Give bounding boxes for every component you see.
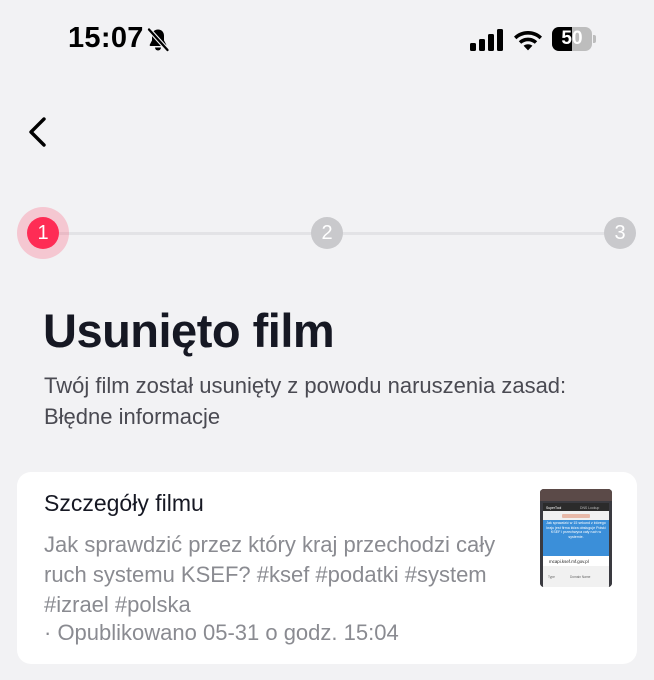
thumbnail-url: mcapi.ksef.mf.gov.pl bbox=[549, 559, 589, 564]
thumbnail-col-1: Type bbox=[548, 575, 555, 579]
cellular-signal-icon bbox=[470, 29, 503, 51]
page-title: Usunięto film bbox=[43, 304, 335, 357]
video-description: Jak sprawdzić przez który kraj przechodz… bbox=[44, 532, 496, 617]
step-2-indicator: 2 bbox=[311, 217, 343, 249]
thumbnail-col-2: Domain Name bbox=[570, 575, 591, 579]
wifi-icon bbox=[514, 31, 542, 51]
chevron-left-icon bbox=[29, 117, 46, 147]
back-button[interactable] bbox=[18, 106, 62, 156]
step-connector bbox=[342, 232, 606, 235]
step-3-indicator: 3 bbox=[604, 217, 636, 249]
thumbnail-tab-1: SuperTool bbox=[546, 506, 562, 510]
bell-slash-icon bbox=[146, 27, 170, 53]
status-bar: 15:07 50 bbox=[0, 0, 654, 80]
battery-icon: 50 bbox=[552, 27, 596, 51]
thumbnail-caption: Jak sprawdzić w 15 sekund z którego kraj… bbox=[546, 521, 606, 539]
video-details-card[interactable]: Szczegóły filmu Jak sprawdzić przez któr… bbox=[17, 472, 637, 664]
step-1-indicator: 1 bbox=[27, 217, 59, 249]
progress-stepper: 1 2 3 bbox=[0, 200, 654, 270]
battery-level: 50 bbox=[561, 28, 583, 49]
status-time: 15:07 bbox=[68, 22, 144, 54]
video-published-date: · Opublikowano 05-31 o godz. 15:04 bbox=[44, 620, 399, 645]
video-details-heading: Szczegóły filmu bbox=[44, 490, 204, 516]
thumbnail-tab-2: DNS Lookup bbox=[580, 506, 599, 510]
step-connector bbox=[58, 232, 312, 235]
video-thumbnail[interactable]: SuperTool DNS Lookup Jak sprawdzić w 15 … bbox=[540, 489, 612, 587]
removal-reason-text: Twój film został usunięty z powodu narus… bbox=[44, 373, 567, 429]
